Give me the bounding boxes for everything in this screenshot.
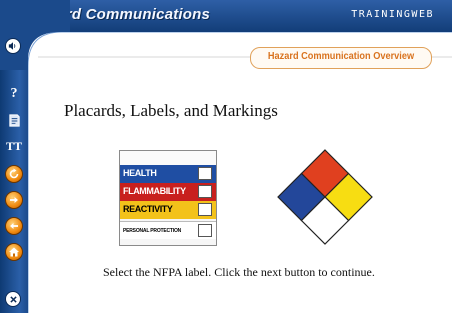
next-button[interactable]: [5, 191, 23, 209]
notes-icon: [8, 113, 20, 127]
speaker-icon: [8, 42, 16, 50]
label-value-box: [198, 203, 212, 216]
label-row-text: PERSONAL PROTECTION: [123, 228, 182, 234]
label-header-strip: [120, 151, 216, 166]
audio-button[interactable]: [5, 38, 21, 54]
font-size-icon: TT: [6, 138, 23, 153]
home-button[interactable]: [5, 243, 23, 261]
label-row-reactivity: REACTIVITY: [120, 201, 216, 219]
close-icon: [9, 295, 17, 303]
next-icon: [10, 197, 18, 203]
nfpa-diamond: [277, 149, 373, 245]
sidebar: ? TT: [0, 0, 70, 313]
back-icon: [10, 223, 18, 229]
replay-button[interactable]: [5, 165, 23, 183]
label-row-personal-protection: PERSONAL PROTECTION: [120, 221, 216, 239]
label-value-box: [198, 167, 212, 180]
page-heading: Placards, Labels, and Markings: [64, 101, 278, 120]
nfpa-diamond-option[interactable]: [276, 148, 374, 246]
nfpa-label-option[interactable]: HEALTH FLAMMABILITY REACTIVITY PERSONAL …: [119, 150, 217, 246]
label-row-text: FLAMMABILITY: [123, 186, 186, 196]
back-button[interactable]: [5, 217, 23, 235]
font-size-button[interactable]: TT: [6, 138, 22, 154]
instruction-text: Select the NFPA label. Click the next bu…: [103, 265, 375, 279]
app-window: Hazard Communications TRAININGWEB ? TT H…: [0, 0, 452, 313]
exit-button[interactable]: [5, 291, 21, 307]
section-title: Hazard Communication Overview: [267, 51, 415, 62]
label-row-text: REACTIVITY: [123, 204, 173, 214]
notes-button[interactable]: [6, 112, 22, 128]
replay-icon: [9, 168, 19, 179]
help-button[interactable]: ?: [6, 86, 22, 102]
help-icon: ?: [10, 86, 18, 101]
sidebar-corner: [0, 0, 70, 70]
section-title-tab: Hazard Communication Overview: [250, 47, 432, 69]
label-row-health: HEALTH: [120, 165, 216, 183]
label-row-flammability: FLAMMABILITY: [120, 183, 216, 201]
label-row-text: HEALTH: [123, 168, 157, 178]
label-value-box: [198, 224, 212, 237]
brand-logo: TRAININGWEB: [351, 9, 434, 20]
label-value-box: [198, 185, 212, 198]
home-icon: [9, 247, 19, 257]
